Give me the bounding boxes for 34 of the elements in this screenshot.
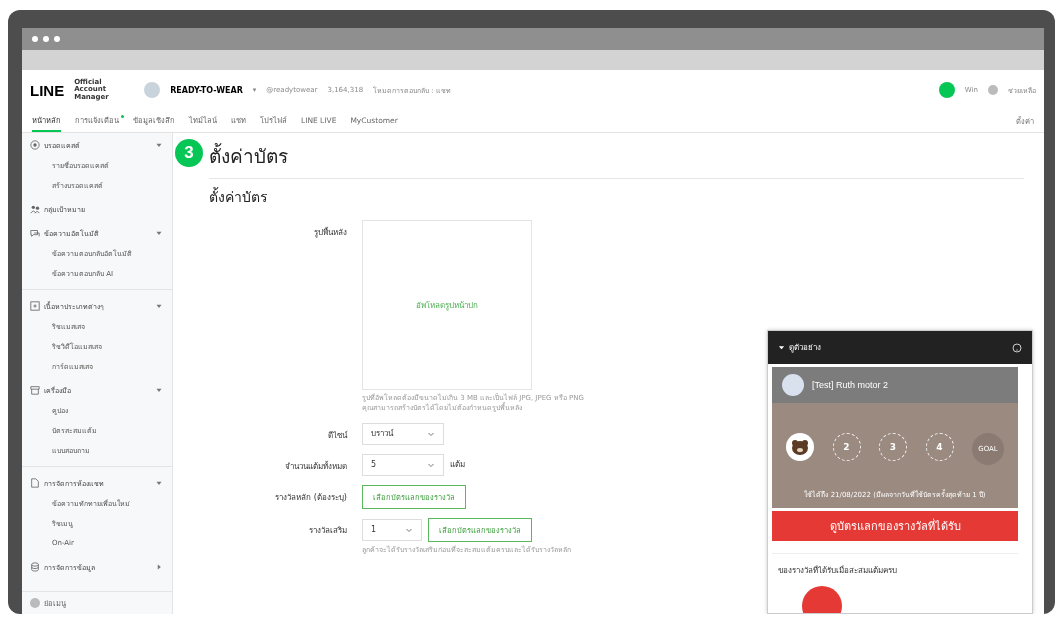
section-title: ตั้งค่าบัตร — [209, 186, 269, 207]
account-name[interactable]: READY-TO-WEAR — [170, 85, 243, 95]
menu-item-icon — [30, 140, 40, 150]
avatar — [144, 82, 161, 98]
field-label: ดีไซน์ — [327, 429, 347, 442]
window-dot-icon — [32, 36, 38, 42]
caret-icon[interactable] — [778, 344, 785, 351]
field-label: จำนวนแต้มทั้งหมด — [284, 460, 347, 473]
extra-reward-select[interactable]: 1 — [362, 518, 422, 541]
points-select[interactable]: 5 — [362, 453, 444, 476]
design-select[interactable]: บราวน์ — [362, 422, 444, 445]
step-badge: 3 — [175, 139, 203, 167]
preview-toggle[interactable]: ดูตัวอย่าง — [789, 341, 821, 354]
menu-item-icon — [30, 562, 40, 572]
menu-item-icon — [30, 385, 40, 395]
field-label: รางวัลเสริม — [308, 524, 347, 537]
avatar — [782, 374, 804, 396]
help-icon[interactable] — [1012, 342, 1022, 353]
window-dot-icon — [43, 36, 49, 42]
user-avatar[interactable] — [938, 82, 955, 98]
menu-item-icon — [30, 204, 40, 214]
menu-item-icon — [30, 228, 40, 238]
unit-text: แต้ม — [450, 459, 465, 472]
field-label: รูปพื้นหลัง — [313, 226, 347, 239]
bear-icon — [791, 439, 809, 455]
menu-item-icon — [30, 478, 40, 488]
view-rewards-button[interactable]: ดูบัตรแลกของรางวัลที่ได้รับ — [772, 511, 1018, 541]
field-label: รางวัลหลัก (ต้องระบุ) — [274, 491, 347, 504]
card-name: [Test] Ruth motor 2 — [812, 380, 889, 390]
page-title: ตั้งค่าบัตร — [209, 141, 1024, 179]
logo[interactable]: LINE — [30, 81, 65, 99]
window-dot-icon — [54, 36, 60, 42]
menu-item-icon — [30, 301, 40, 311]
rewards-title: ของรางวัลที่ได้รับเมื่อสะสมแต้มครบ — [778, 566, 897, 575]
